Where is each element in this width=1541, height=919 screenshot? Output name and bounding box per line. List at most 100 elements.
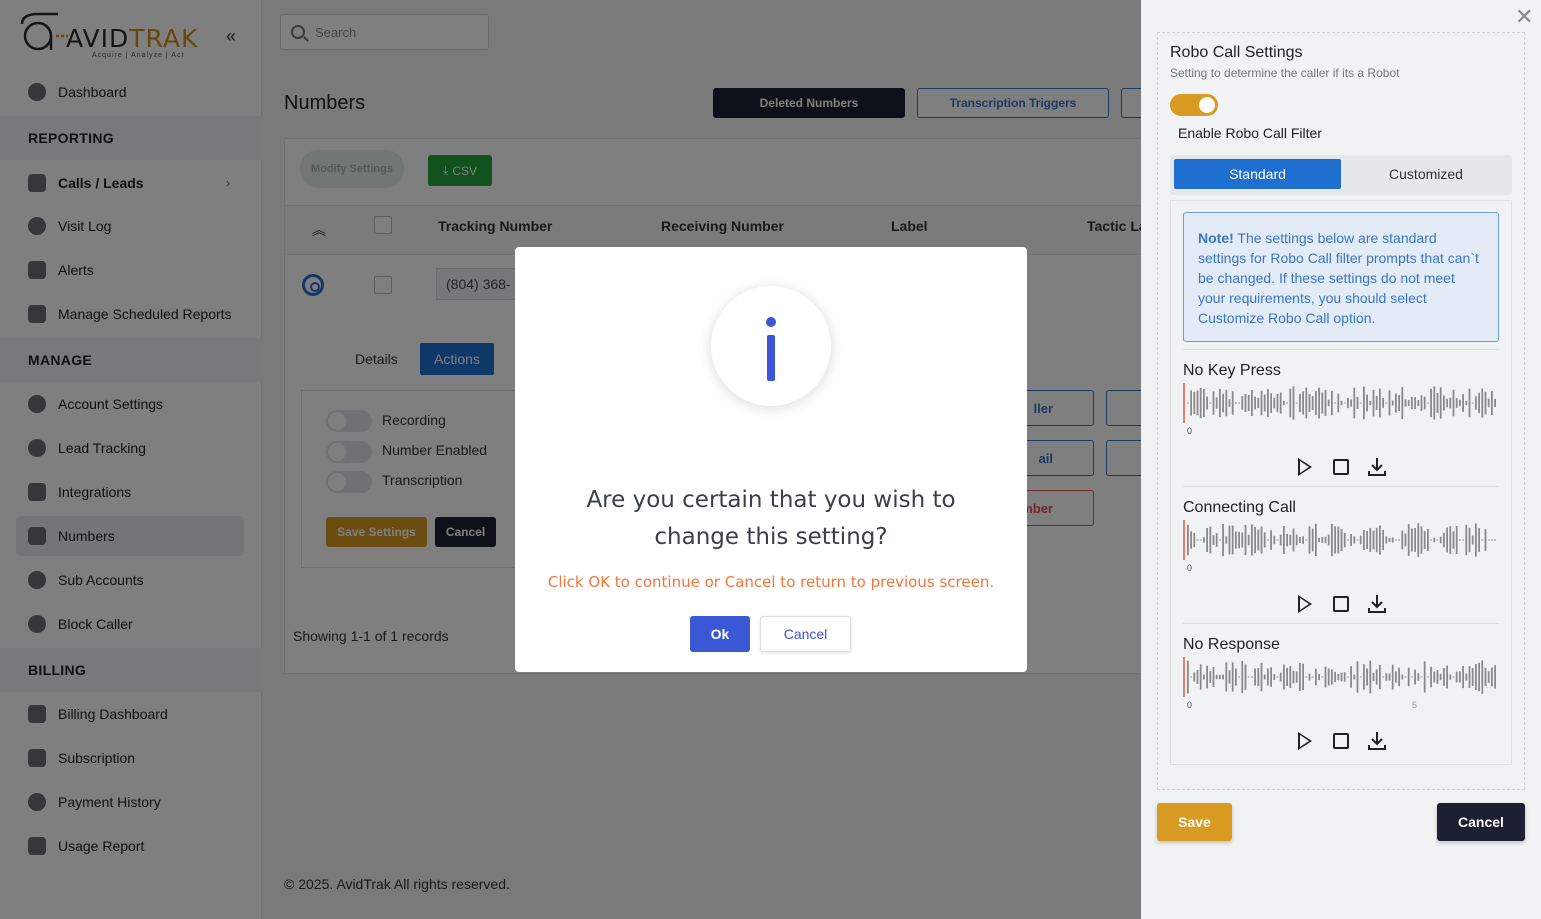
waveform-bar bbox=[1353, 674, 1356, 680]
waveform-bar bbox=[1286, 667, 1288, 686]
waveform-bar bbox=[1247, 676, 1250, 678]
waveform-bar bbox=[1350, 399, 1352, 407]
waveform-bar bbox=[1414, 397, 1416, 409]
waveform-bar bbox=[1395, 393, 1397, 413]
waveform-bar bbox=[1439, 536, 1442, 544]
waveform-bar bbox=[1286, 402, 1288, 404]
waveform-bar bbox=[1238, 402, 1240, 404]
info-icon bbox=[711, 286, 831, 406]
waveform-bar bbox=[1439, 673, 1442, 681]
waveform-bar bbox=[1465, 673, 1468, 681]
waveform-bar bbox=[1427, 676, 1429, 678]
waveform-bar bbox=[1372, 530, 1375, 550]
waveform[interactable] bbox=[1183, 520, 1499, 560]
waveform-bar bbox=[1219, 389, 1221, 418]
waveform-bar bbox=[1273, 674, 1276, 680]
waveform-bar bbox=[1225, 389, 1228, 417]
waveform-bar bbox=[1347, 397, 1349, 409]
waveform-bar bbox=[1292, 670, 1295, 684]
waveform-bar bbox=[1247, 395, 1250, 411]
waveform-bar bbox=[1324, 389, 1327, 416]
waveform-bar bbox=[1487, 398, 1490, 408]
waveform[interactable] bbox=[1183, 657, 1499, 697]
waveform-bar bbox=[1436, 670, 1439, 684]
recording-title: Connecting Call bbox=[1183, 499, 1296, 516]
robo-call-filter-toggle[interactable] bbox=[1170, 94, 1218, 116]
waveform-bar bbox=[1247, 534, 1250, 546]
waveform-axis: 0 bbox=[1183, 563, 1499, 581]
waveform-bar bbox=[1190, 531, 1192, 549]
waveform-bar bbox=[1327, 534, 1330, 546]
waveform-bar bbox=[1494, 665, 1496, 689]
waveform-bar bbox=[1369, 400, 1372, 406]
waveform-bar bbox=[1196, 670, 1199, 684]
dialog-cancel-button[interactable]: Cancel bbox=[760, 616, 851, 652]
waveform-bar bbox=[1398, 539, 1400, 541]
waveform-bar bbox=[1244, 393, 1247, 413]
waveform-bar bbox=[1487, 539, 1490, 541]
waveform-bar bbox=[1315, 668, 1317, 686]
waveform-bar bbox=[1196, 539, 1199, 541]
waveform-bar bbox=[1430, 539, 1432, 541]
waveform-bar bbox=[1279, 392, 1282, 414]
waveform-bar bbox=[1401, 674, 1404, 680]
waveform-bar bbox=[1420, 526, 1423, 554]
close-icon[interactable]: ✕ bbox=[1515, 4, 1533, 30]
waveform-bar bbox=[1276, 539, 1279, 541]
waveform-bar bbox=[1423, 661, 1426, 693]
waveform-bar bbox=[1379, 388, 1381, 418]
waveform-bar bbox=[1286, 533, 1288, 547]
waveform-bar bbox=[1324, 536, 1327, 544]
waveform-bar bbox=[1423, 531, 1426, 549]
waveform-bar bbox=[1228, 525, 1231, 555]
waveform-bar bbox=[1295, 671, 1298, 683]
waveform-bar bbox=[1407, 524, 1410, 556]
waveform-bar bbox=[1267, 539, 1269, 541]
waveform-bar bbox=[1193, 391, 1196, 415]
waveform-bar bbox=[1196, 390, 1199, 416]
waveform-bar bbox=[1302, 391, 1304, 415]
waveform[interactable] bbox=[1183, 383, 1499, 423]
waveform-bar bbox=[1308, 526, 1311, 554]
waveform-bar bbox=[1379, 664, 1381, 690]
waveform-bar bbox=[1190, 676, 1192, 678]
waveform-bar bbox=[1225, 536, 1228, 544]
waveform-bar bbox=[1193, 532, 1196, 548]
waveform-bar bbox=[1388, 537, 1391, 542]
waveform-bar bbox=[1203, 674, 1205, 680]
waveform-bar bbox=[1465, 400, 1468, 406]
waveform-bar bbox=[1487, 671, 1490, 683]
waveform-bar bbox=[1481, 388, 1484, 418]
waveform-bar bbox=[1305, 539, 1308, 541]
note-text: The settings below are standard settings… bbox=[1198, 230, 1479, 326]
download-icon bbox=[1368, 458, 1386, 476]
waveform-bar bbox=[1369, 527, 1372, 552]
waveform-bar bbox=[1369, 660, 1372, 694]
waveform-bar bbox=[1334, 402, 1336, 404]
waveform-bar bbox=[1459, 671, 1461, 683]
waveform-bar bbox=[1315, 391, 1317, 415]
tab-customized[interactable]: Customized bbox=[1344, 159, 1508, 189]
waveform-bar bbox=[1379, 525, 1381, 555]
ok-button[interactable]: Ok bbox=[690, 616, 750, 652]
waveform-bar bbox=[1363, 386, 1365, 420]
waveform-bar bbox=[1324, 666, 1327, 688]
waveform-bar bbox=[1478, 528, 1480, 552]
waveform-bar bbox=[1302, 536, 1304, 544]
waveform-bar bbox=[1491, 539, 1493, 541]
waveform-bar bbox=[1385, 536, 1388, 544]
waveform-bar bbox=[1279, 672, 1282, 682]
waveform-bar bbox=[1283, 526, 1285, 554]
waveform-bar bbox=[1199, 664, 1202, 690]
tab-standard[interactable]: Standard bbox=[1174, 159, 1341, 189]
waveform-bar bbox=[1465, 524, 1468, 556]
panel-save-button[interactable]: Save bbox=[1157, 803, 1232, 841]
waveform-bar bbox=[1433, 537, 1436, 543]
panel-cancel-button[interactable]: Cancel bbox=[1437, 803, 1525, 841]
waveform-bar bbox=[1363, 664, 1365, 690]
waveform-axis: 0 bbox=[1183, 426, 1499, 444]
waveform-bar bbox=[1462, 539, 1464, 541]
divider bbox=[1183, 349, 1499, 350]
waveform-bar bbox=[1254, 668, 1256, 686]
waveform-bar bbox=[1452, 676, 1455, 678]
